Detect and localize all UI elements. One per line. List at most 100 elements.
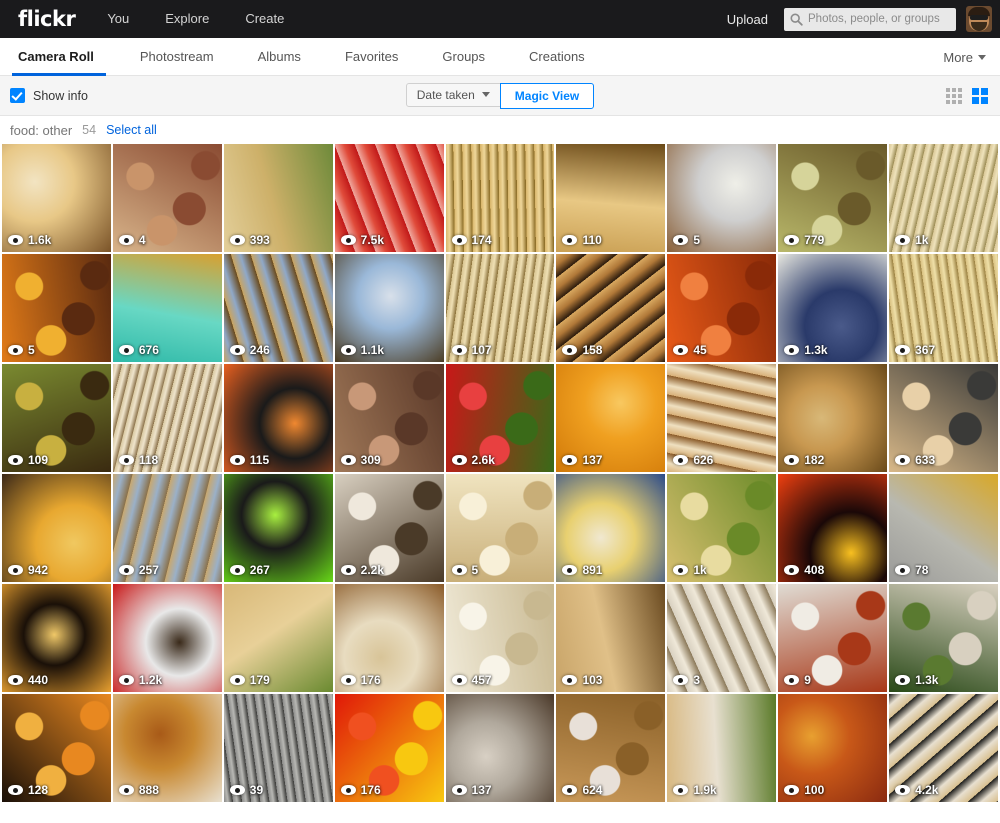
photo-tile[interactable]: 109 — [2, 364, 111, 472]
photo-thumbnail — [667, 474, 777, 582]
photo-tile[interactable]: 5 — [445, 474, 555, 582]
photo-tile[interactable]: 1.6k — [2, 144, 111, 252]
photo-tile[interactable]: 367 — [889, 254, 998, 362]
photo-tile[interactable]: 137 — [556, 364, 666, 472]
photo-tile[interactable]: 1.1k — [334, 254, 444, 362]
photo-tile[interactable]: 118 — [112, 364, 222, 472]
photo-tile[interactable]: 9 — [778, 584, 888, 692]
date-taken-dropdown[interactable]: Date taken — [405, 82, 501, 107]
search-icon — [790, 12, 803, 26]
photo-tile[interactable]: 257 — [112, 474, 222, 582]
tab-groups[interactable]: Groups — [420, 38, 507, 75]
upload-button[interactable]: Upload — [727, 12, 774, 27]
photo-tile[interactable]: 1.2k — [112, 584, 222, 692]
photo-thumbnail — [223, 584, 333, 692]
photo-thumbnail — [889, 364, 998, 472]
photo-tile[interactable]: 100 — [778, 694, 888, 802]
photo-thumbnail — [889, 474, 998, 582]
tab-favorites[interactable]: Favorites — [323, 38, 420, 75]
photo-tile[interactable]: 176 — [334, 694, 444, 802]
photo-tile[interactable]: 174 — [445, 144, 555, 252]
photo-tile[interactable]: 633 — [889, 364, 998, 472]
photo-tile[interactable]: 179 — [223, 584, 333, 692]
photo-tile[interactable]: 1k — [889, 144, 998, 252]
view-mode-group: Date taken Magic View — [405, 82, 595, 109]
photo-thumbnail — [778, 144, 888, 252]
tab-photostream[interactable]: Photostream — [118, 38, 236, 75]
photo-tile[interactable]: 1.3k — [778, 254, 888, 362]
section-count: 54 — [82, 123, 97, 137]
photo-thumbnail — [445, 584, 555, 692]
nav-item-you[interactable]: You — [89, 0, 147, 38]
section-title: food: other — [10, 122, 73, 138]
photo-tile[interactable]: 624 — [556, 694, 666, 802]
photo-tile[interactable]: 246 — [223, 254, 333, 362]
photo-tile[interactable]: 7.5k — [334, 144, 444, 252]
search-input[interactable]: Photos, people, or groups — [784, 7, 956, 31]
photo-tile[interactable]: 39 — [223, 694, 333, 802]
photo-thumbnail — [667, 584, 777, 692]
photo-tile[interactable]: 78 — [889, 474, 998, 582]
photo-tile[interactable]: 5 — [667, 144, 777, 252]
photo-thumbnail — [334, 474, 444, 582]
more-menu-button[interactable]: More — [943, 38, 986, 76]
photo-thumbnail — [334, 144, 444, 252]
photo-tile[interactable]: 457 — [445, 584, 555, 692]
tab-camera-roll[interactable]: Camera Roll — [0, 38, 118, 76]
photo-tile[interactable]: 1k — [667, 474, 777, 582]
nav-item-create[interactable]: Create — [227, 0, 302, 38]
large-grid-icon[interactable] — [972, 87, 988, 104]
photo-thumbnail — [556, 144, 666, 252]
photo-tile[interactable]: 4.2k — [889, 694, 998, 802]
select-all-link[interactable]: Select all — [106, 123, 157, 137]
tab-albums[interactable]: Albums — [236, 38, 323, 75]
tab-bar: Camera Roll Photostream Albums Favorites… — [0, 38, 1000, 76]
photo-tile[interactable]: 137 — [445, 694, 555, 802]
photo-tile[interactable]: 182 — [778, 364, 888, 472]
photo-tile[interactable]: 408 — [778, 474, 888, 582]
photo-tile[interactable]: 176 — [334, 584, 444, 692]
photo-tile[interactable]: 888 — [112, 694, 222, 802]
photo-thumbnail — [334, 584, 444, 692]
photo-tile[interactable]: 128 — [2, 694, 111, 802]
photo-tile[interactable]: 107 — [445, 254, 555, 362]
photo-tile[interactable]: 626 — [667, 364, 777, 472]
magic-view-button[interactable]: Magic View — [499, 82, 595, 109]
tab-creations[interactable]: Creations — [507, 38, 607, 75]
more-label: More — [943, 49, 973, 65]
photo-tile[interactable]: 158 — [556, 254, 666, 362]
photo-thumbnail — [223, 144, 333, 252]
photo-tile[interactable]: 110 — [556, 144, 666, 252]
photo-tile[interactable]: 267 — [223, 474, 333, 582]
show-info-toggle[interactable]: Show info — [0, 88, 88, 103]
checkbox-icon[interactable] — [10, 88, 25, 103]
photo-tile[interactable]: 115 — [223, 364, 333, 472]
photo-tile[interactable]: 942 — [2, 474, 111, 582]
show-info-label: Show info — [33, 88, 88, 103]
photo-tile[interactable]: 891 — [556, 474, 666, 582]
photo-tile[interactable]: 393 — [223, 144, 333, 252]
grid-size-toggles — [946, 87, 988, 104]
photo-tile[interactable]: 1.9k — [667, 694, 777, 802]
photo-tile[interactable]: 3 — [667, 584, 777, 692]
avatar[interactable] — [966, 6, 992, 32]
photo-tile[interactable]: 5 — [2, 254, 111, 362]
photo-thumbnail — [112, 474, 222, 582]
nav-item-explore[interactable]: Explore — [147, 0, 227, 38]
photo-tile[interactable]: 1.3k — [889, 584, 998, 692]
photo-tile[interactable]: 779 — [778, 144, 888, 252]
photo-tile[interactable]: 309 — [334, 364, 444, 472]
photo-tile[interactable]: 676 — [112, 254, 222, 362]
small-grid-icon[interactable] — [946, 87, 962, 104]
photo-tile[interactable]: 4 — [112, 144, 222, 252]
photo-tile[interactable]: 2.2k — [334, 474, 444, 582]
photo-tile[interactable]: 103 — [556, 584, 666, 692]
photo-tile[interactable]: 45 — [667, 254, 777, 362]
photo-thumbnail — [112, 584, 222, 692]
photo-tile[interactable]: 2.6k — [445, 364, 555, 472]
photo-tile[interactable]: 440 — [2, 584, 111, 692]
flickr-logo[interactable]: flickr — [0, 7, 89, 31]
photo-thumbnail — [556, 694, 666, 802]
photo-thumbnail — [889, 694, 998, 802]
photo-thumbnail — [2, 254, 111, 362]
